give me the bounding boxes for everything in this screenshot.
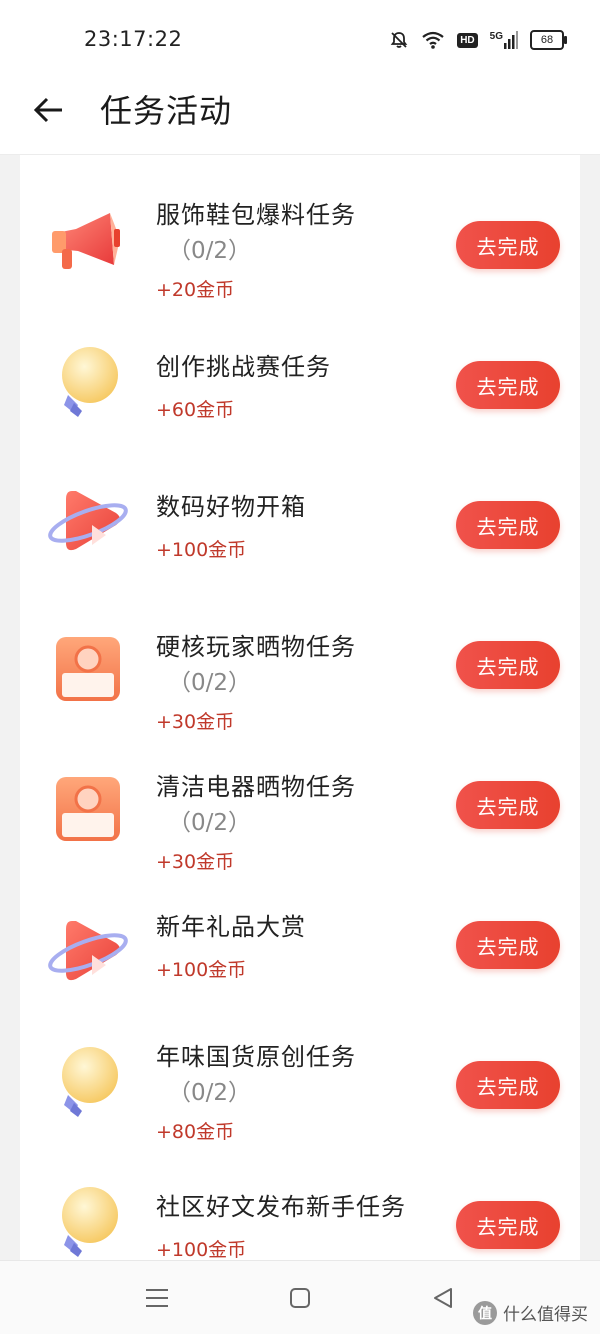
task-title: 创作挑战赛任务 (156, 353, 331, 381)
task-progress: （0/2） (168, 238, 252, 264)
wifi-icon (421, 30, 445, 50)
home-button[interactable] (285, 1283, 315, 1313)
camera-photo-icon (48, 769, 128, 849)
task-item: 新年礼品大赏 +100金币 去完成 (20, 895, 580, 1015)
signal-5g-icon: 5G (490, 31, 518, 49)
status-time: 23:17:22 (84, 27, 183, 51)
task-reward: +80金币 (156, 1121, 235, 1143)
task-item: 创作挑战赛任务 +60金币 去完成 (20, 315, 580, 435)
task-item: 硬核玩家晒物任务 （0/2） +30金币 去完成 (20, 595, 580, 735)
task-item: 数码好物开箱 +100金币 去完成 (20, 455, 580, 575)
play-video-icon (48, 483, 128, 563)
arrow-left-icon (33, 97, 62, 123)
task-title: 新年礼品大赏 (156, 913, 306, 941)
task-reward: +20金币 (156, 279, 235, 301)
status-icons: HD 5G 68 (389, 26, 567, 54)
play-video-icon (48, 913, 128, 993)
complete-task-button[interactable]: 去完成 (456, 361, 560, 409)
task-title: 硬核玩家晒物任务 (156, 633, 356, 661)
complete-task-button[interactable]: 去完成 (456, 221, 560, 269)
system-back-button[interactable] (428, 1283, 458, 1313)
task-reward: +100金币 (156, 1239, 247, 1260)
task-progress: （0/2） (168, 810, 252, 836)
home-square-icon (290, 1288, 310, 1308)
complete-task-button[interactable]: 去完成 (456, 501, 560, 549)
task-list: 服饰鞋包爆料任务 （0/2） +20金币 去完成 创作挑战赛任务 +60金币 去… (20, 155, 580, 1260)
complete-task-button[interactable]: 去完成 (456, 641, 560, 689)
task-reward: +30金币 (156, 711, 235, 733)
task-title: 年味国货原创任务 (156, 1043, 356, 1071)
task-progress: （0/2） (168, 670, 252, 696)
page-title: 任务活动 (100, 92, 233, 130)
task-reward: +100金币 (156, 959, 247, 981)
megaphone-icon (48, 205, 128, 285)
task-reward: +60金币 (156, 399, 235, 421)
back-triangle-icon (434, 1288, 452, 1308)
status-bar: 23:17:22 HD 5G 68 (0, 0, 600, 78)
complete-task-button[interactable]: 去完成 (456, 1061, 560, 1109)
task-title: 服饰鞋包爆料任务 (156, 201, 356, 229)
camera-photo-icon (48, 629, 128, 709)
watermark-text: 什么值得买 (503, 1305, 588, 1325)
task-item: 清洁电器晒物任务 （0/2） +30金币 去完成 (20, 735, 580, 875)
task-item: 社区好文发布新手任务 +100金币 去完成 (20, 1175, 580, 1260)
task-item: 服饰鞋包爆料任务 （0/2） +20金币 去完成 (20, 155, 580, 301)
task-progress: （0/2） (168, 1080, 252, 1106)
app-header: 任务活动 (0, 78, 600, 155)
complete-task-button[interactable]: 去完成 (456, 1201, 560, 1249)
task-title: 社区好文发布新手任务 (156, 1193, 406, 1221)
lightbulb-icon (48, 1043, 128, 1123)
task-reward: +30金币 (156, 851, 235, 873)
complete-task-button[interactable]: 去完成 (456, 781, 560, 829)
lightbulb-icon (48, 343, 128, 423)
back-button[interactable] (28, 90, 68, 130)
battery-icon: 68 (530, 30, 567, 50)
menu-icon (146, 1289, 168, 1307)
task-title: 清洁电器晒物任务 (156, 773, 356, 801)
lightbulb-icon (48, 1183, 128, 1260)
bell-muted-icon (389, 30, 409, 50)
complete-task-button[interactable]: 去完成 (456, 921, 560, 969)
task-item: 年味国货原创任务 （0/2） +80金币 去完成 (20, 1035, 580, 1175)
watermark: 值 什么值得买 (473, 1300, 588, 1325)
menu-button[interactable] (142, 1283, 172, 1313)
network-type-label: 5G (489, 31, 503, 42)
task-reward: +100金币 (156, 539, 247, 561)
watermark-logo: 值 (473, 1300, 497, 1325)
hd-icon: HD (457, 32, 478, 48)
task-title: 数码好物开箱 (156, 493, 306, 521)
